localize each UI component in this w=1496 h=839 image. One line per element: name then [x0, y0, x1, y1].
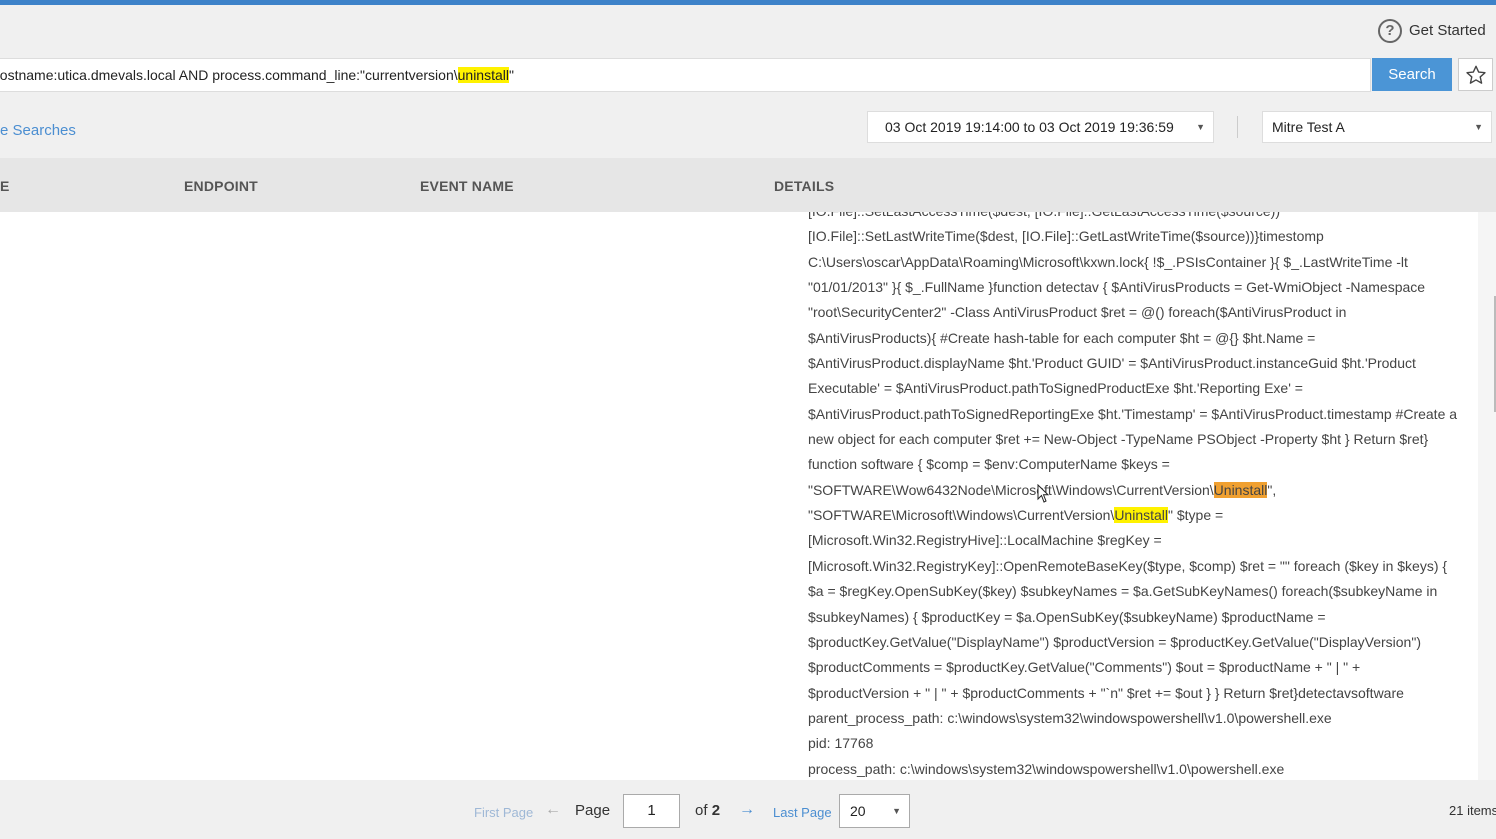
details-line-ms: "SOFTWARE\Microsoft\Windows\CurrentVersi… [808, 503, 1468, 528]
column-header-event-name[interactable]: EVENT NAME [420, 178, 514, 194]
column-header-endpoint[interactable]: ENDPOINT [184, 178, 258, 194]
details-text: ", [1267, 481, 1277, 498]
details-line-wow: "SOFTWARE\Wow6432Node\Microsoft\Windows\… [808, 478, 1468, 503]
details-line: $subkeyNames) { $productKey = $a.OpenSub… [808, 608, 1326, 625]
date-range-value: 03 Oct 2019 19:14:00 to 03 Oct 2019 19:3… [885, 119, 1174, 135]
details-line: $AntiVirusProduct.displayName $ht.'Produ… [808, 355, 1416, 372]
details-line: new object for each computer $ret += New… [808, 431, 1429, 448]
search-button[interactable]: Search [1372, 58, 1452, 91]
favorite-button[interactable] [1458, 58, 1493, 91]
chevron-down-icon: ▼ [1196, 122, 1205, 132]
details-line: pid: 17768 [808, 735, 874, 752]
saved-searches-link[interactable]: e Searches [0, 122, 76, 139]
of-label: of [695, 802, 708, 819]
results-table-body: [IO.File]::SetLastAccessTime($dest, [IO.… [0, 212, 1478, 780]
tenant-value: Mitre Test A [1272, 119, 1345, 135]
divider [1237, 116, 1238, 138]
pagination-bar: First Page ← Page 1 of 2 → Last Page 20 … [0, 781, 1496, 839]
details-highlight: Uninstall [1114, 507, 1169, 524]
search-row: hostname:utica.dmevals.local AND process… [0, 58, 1496, 92]
tenant-select[interactable]: Mitre Test A ▼ [1262, 111, 1492, 143]
get-started-link[interactable]: Get Started [1409, 22, 1486, 39]
items-count: 21 items [1449, 803, 1496, 818]
details-line: $AntiVirusProducts){ #Create hash-table … [808, 329, 1316, 346]
details-line: $a = $regKey.OpenSubKey($key) $subkeyNam… [808, 583, 1438, 600]
details-line: $AntiVirusProduct.pathToSignedReportingE… [808, 405, 1458, 422]
details-line: [IO.File]::SetLastAccessTime($dest, [IO.… [808, 212, 1468, 224]
details-line: C:\Users\oscar\AppData\Roaming\Microsoft… [808, 253, 1408, 270]
query-highlight: uninstall [457, 67, 509, 83]
date-range-select[interactable]: 03 Oct 2019 19:14:00 to 03 Oct 2019 19:3… [867, 111, 1214, 143]
details-line: function software { $comp = $env:Compute… [808, 456, 1170, 473]
arrow-right-icon[interactable]: → [739, 801, 755, 819]
details-text: " $type = [1168, 507, 1224, 524]
details-line: "root\SecurityCenter2" -Class AntiVirusP… [808, 304, 1347, 321]
details-line: [Microsoft.Win32.RegistryHive]::LocalMac… [808, 532, 1162, 549]
details-line: Executable' = $AntiVirusProduct.pathToSi… [808, 380, 1303, 397]
chevron-down-icon: ▼ [1474, 122, 1483, 132]
details-text: "SOFTWARE\Microsoft\Windows\CurrentVersi… [808, 507, 1115, 524]
page-size-select[interactable]: 20 ▼ [839, 794, 910, 828]
query-prefix: hostname:utica.dmevals.local AND process… [0, 67, 458, 83]
query-suffix: " [509, 67, 514, 83]
details-line: $productVersion + " | " + $productCommen… [808, 684, 1404, 701]
details-line: "01/01/2013" }{ $_.FullName }function de… [808, 279, 1426, 296]
header [0, 5, 1496, 58]
details-line: $productKey.GetValue("DisplayName") $pro… [808, 633, 1421, 650]
page-number-input[interactable]: 1 [623, 794, 680, 828]
details-line: process_path: c:\windows\system32\window… [808, 760, 1285, 777]
column-header-type[interactable]: E [0, 178, 10, 194]
column-header-details[interactable]: DETAILS [774, 178, 834, 194]
total-pages: of 2 [695, 802, 720, 819]
details-cell: [IO.File]::SetLastAccessTime($dest, [IO.… [808, 212, 1468, 780]
details-line: $productComments = $productKey.GetValue(… [808, 659, 1361, 676]
details-text: "SOFTWARE\Wow6432Node\Microsoft\Windows\… [808, 481, 1214, 498]
page-label: Page [575, 802, 611, 819]
details-line: parent_process_path: c:\windows\system32… [808, 709, 1332, 726]
first-page-link[interactable]: First Page [474, 805, 533, 820]
details-highlight-active: Uninstall [1213, 481, 1268, 498]
page-size-value: 20 [850, 803, 866, 819]
total-pages-value: 2 [711, 802, 721, 819]
table-header: E ENDPOINT EVENT NAME DETAILS [0, 158, 1496, 212]
details-line: [IO.File]::SetLastWriteTime($dest, [IO.F… [808, 228, 1324, 245]
chevron-down-icon: ▼ [892, 806, 901, 816]
question-circle-icon[interactable]: ? [1378, 19, 1402, 43]
details-line: [Microsoft.Win32.RegistryKey]::OpenRemot… [808, 557, 1448, 574]
star-icon [1465, 65, 1486, 84]
mouse-cursor-icon [1037, 484, 1050, 503]
last-page-link[interactable]: Last Page [773, 805, 832, 820]
arrow-left-icon[interactable]: ← [545, 801, 561, 819]
search-query-input[interactable]: hostname:utica.dmevals.local AND process… [0, 58, 1371, 92]
